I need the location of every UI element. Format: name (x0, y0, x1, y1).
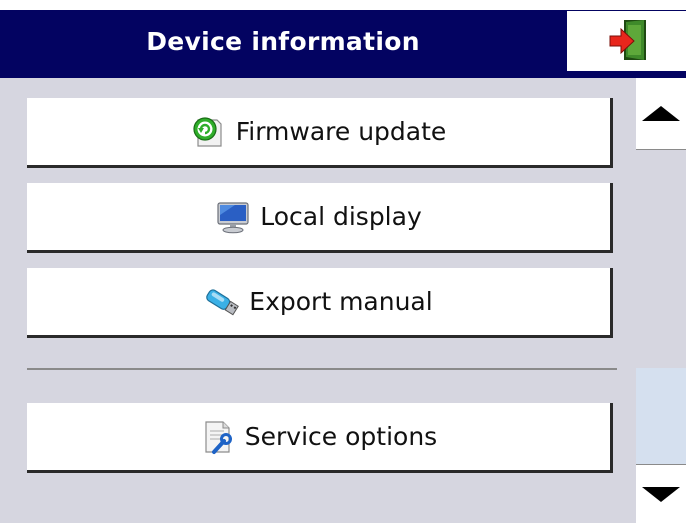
menu-divider (27, 368, 617, 370)
service-wrench-icon (205, 420, 232, 454)
scroll-up-button[interactable] (636, 78, 686, 150)
monitor-icon (217, 201, 249, 233)
page-title: Device information (146, 27, 420, 56)
export-manual-label: Export manual (249, 287, 433, 316)
arrow-up-icon (642, 106, 680, 121)
firmware-update-label: Firmware update (235, 117, 447, 146)
scroll-down-button[interactable] (636, 464, 686, 523)
service-options-button[interactable]: Service options (27, 403, 613, 473)
export-manual-button[interactable]: Export manual (27, 268, 613, 338)
device-information-screen: Device information Firmware update Local… (0, 10, 686, 523)
local-display-label: Local display (260, 202, 422, 231)
usb-stick-icon (206, 288, 240, 315)
local-display-button[interactable]: Local display (27, 183, 613, 253)
scroll-thumb[interactable] (636, 368, 686, 464)
firmware-update-button[interactable]: Firmware update (27, 98, 613, 168)
firmware-update-icon (193, 116, 222, 147)
service-options-label: Service options (244, 422, 438, 451)
header-bar: Device information (0, 10, 686, 78)
arrow-down-icon (642, 486, 680, 502)
exit-door-icon (609, 20, 646, 60)
exit-button[interactable] (567, 11, 686, 71)
menu-list: Firmware update Local display Export man… (0, 78, 632, 523)
vertical-scrollbar[interactable] (636, 78, 686, 523)
